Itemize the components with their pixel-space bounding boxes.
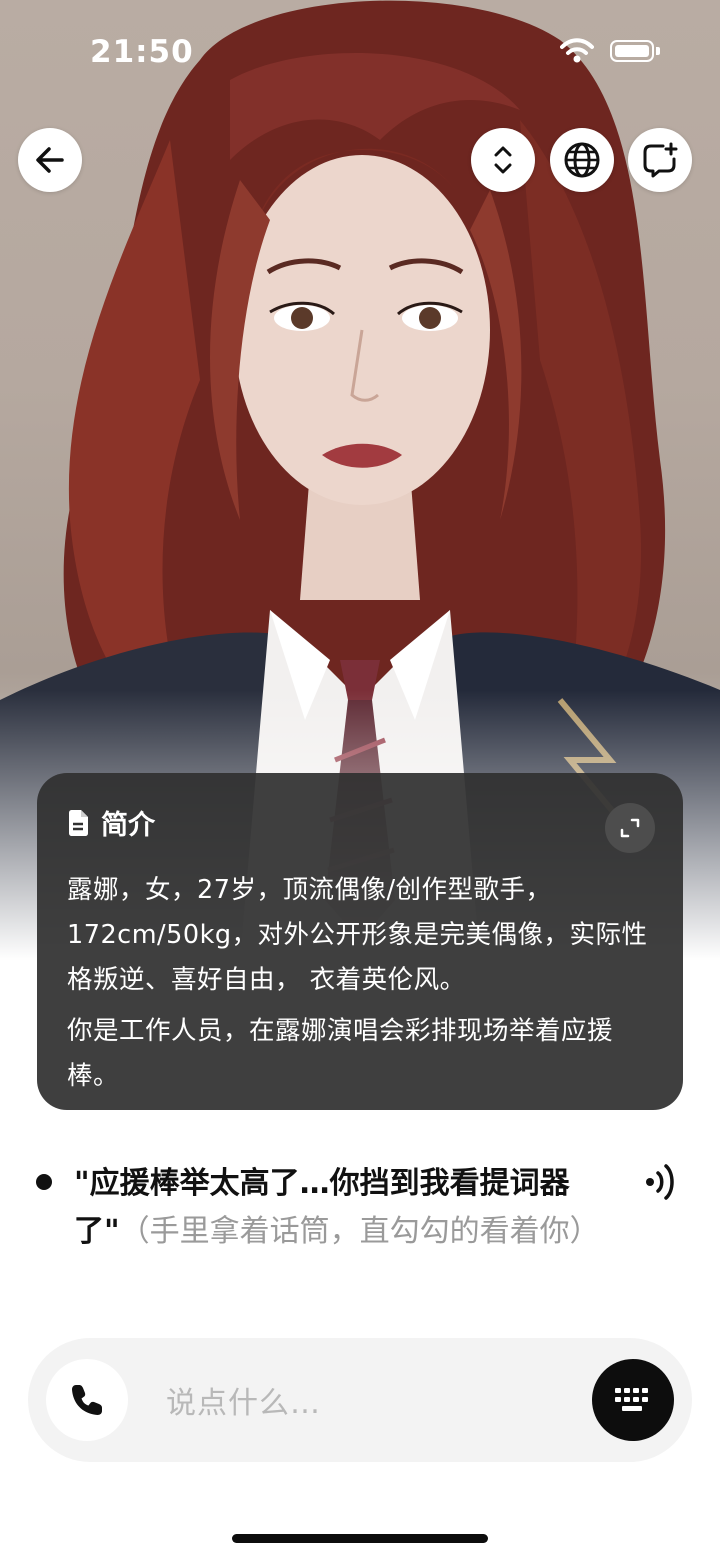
wifi-icon xyxy=(560,38,594,63)
new-chat-icon xyxy=(643,142,678,178)
fullscreen-icon xyxy=(620,818,640,838)
status-time: 21:50 xyxy=(90,34,194,70)
back-button[interactable] xyxy=(18,128,82,192)
expand-vertical-icon xyxy=(494,146,512,174)
call-button[interactable] xyxy=(46,1359,128,1441)
play-audio-button[interactable] xyxy=(640,1160,680,1208)
intro-title: 简介 xyxy=(101,810,155,841)
message-text: "应援棒举太高了…你挡到我看提词器了"（手里拿着话筒，直勾勾的看着你） xyxy=(74,1160,636,1256)
resize-button[interactable] xyxy=(471,128,535,192)
new-chat-button[interactable] xyxy=(628,128,692,192)
message-input[interactable]: 说点什么… xyxy=(166,1378,321,1422)
arrow-left-icon xyxy=(36,147,64,173)
phone-icon xyxy=(72,1385,102,1415)
status-icons xyxy=(560,38,660,64)
chat-composer: 说点什么… xyxy=(28,1338,692,1462)
battery-tip xyxy=(656,47,660,55)
character-message: "应援棒举太高了…你挡到我看提词器了"（手里拿着话筒，直勾勾的看着你） xyxy=(36,1160,636,1256)
speaker-icon xyxy=(646,1164,674,1200)
battery-icon xyxy=(610,40,654,62)
keyboard-button[interactable] xyxy=(592,1359,674,1441)
home-indicator[interactable] xyxy=(232,1534,488,1543)
message-bullet xyxy=(36,1174,52,1190)
intro-header: 简介 xyxy=(67,803,653,842)
keyboard-icon xyxy=(615,1388,648,1411)
globe-icon xyxy=(564,142,600,178)
message-action: （手里拿着话筒，直勾勾的看着你） xyxy=(119,1214,600,1249)
intro-card: 简介 露娜，女，27岁，顶流偶像/创作型歌手，172cm/50kg，对外公开形象… xyxy=(37,773,683,1110)
intro-scenario: 你是工作人员，在露娜演唱会彩排现场举着应援棒。 xyxy=(67,1016,614,1091)
language-button[interactable] xyxy=(550,128,614,192)
expand-intro-button[interactable] xyxy=(605,803,655,853)
document-icon xyxy=(69,809,88,836)
intro-description: 露娜，女，27岁，顶流偶像/创作型歌手，172cm/50kg，对外公开形象是完美… xyxy=(67,875,648,995)
